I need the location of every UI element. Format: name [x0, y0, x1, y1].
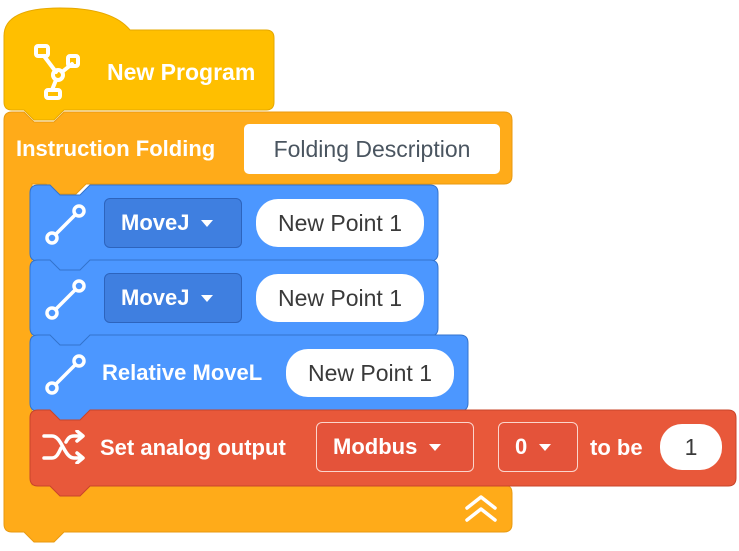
- bus-value: Modbus: [333, 434, 418, 459]
- set-analog-output-label: Set analog output: [100, 435, 286, 460]
- move-mode-dropdown-1[interactable]: MoveJ: [104, 198, 242, 248]
- point-field-3[interactable]: New Point 1: [286, 349, 454, 397]
- path-line-icon: [45, 354, 86, 395]
- move-mode-value: MoveJ: [121, 285, 190, 310]
- path-line-icon: [45, 204, 86, 245]
- chevron-down-icon: [539, 443, 552, 451]
- point-field-2[interactable]: New Point 1: [256, 274, 424, 322]
- analog-value-field[interactable]: 1: [660, 424, 722, 470]
- port-value: 0: [515, 434, 528, 459]
- path-line-icon: [45, 279, 86, 320]
- move-mode-value: MoveJ: [121, 210, 190, 235]
- relative-movel-label: Relative MoveL: [102, 360, 263, 385]
- robot-arm-icon: [34, 44, 80, 100]
- folding-description-field[interactable]: Folding Description: [244, 124, 500, 174]
- chevron-down-icon: [201, 219, 214, 227]
- port-dropdown[interactable]: 0: [498, 422, 578, 472]
- move-mode-dropdown-2[interactable]: MoveJ: [104, 273, 242, 323]
- instruction-folding-label: Instruction Folding: [16, 136, 216, 161]
- shuffle-icon: [42, 430, 85, 464]
- chevron-down-icon: [429, 443, 442, 451]
- bus-dropdown[interactable]: Modbus: [316, 422, 474, 472]
- chevron-down-icon: [201, 294, 214, 302]
- hat-block-title: New Program: [107, 59, 256, 85]
- point-field-1[interactable]: New Point 1: [256, 199, 424, 247]
- to-be-label: to be: [590, 435, 643, 460]
- double-chevron-up-icon[interactable]: [464, 494, 498, 524]
